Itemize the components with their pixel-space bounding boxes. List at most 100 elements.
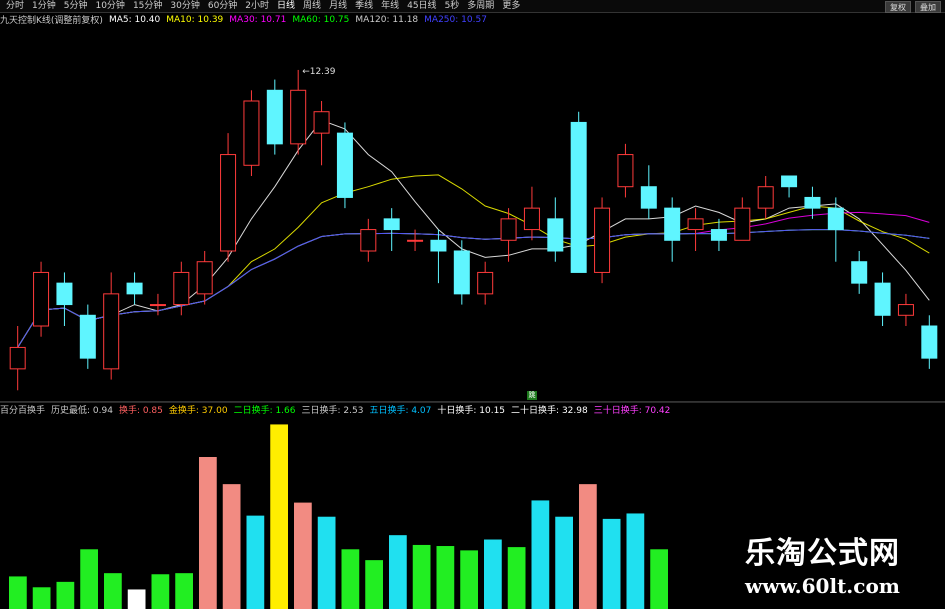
- candle-body: [173, 271, 190, 306]
- turnover-bar: [412, 544, 431, 609]
- period-tab[interactable]: 30分钟: [166, 0, 203, 12]
- period-tab[interactable]: 年线: [377, 0, 403, 12]
- candle-body: [220, 154, 237, 252]
- candle-body: [734, 207, 751, 241]
- turnover-bar: [104, 573, 122, 609]
- turnover-bar: [32, 587, 51, 609]
- candle-body: [640, 186, 657, 209]
- overlay-button[interactable]: 叠加: [915, 1, 941, 13]
- period-tab[interactable]: 5分钟: [60, 0, 92, 12]
- period-tab[interactable]: 45日线: [403, 0, 440, 12]
- turnover-bar: [127, 589, 146, 609]
- candle-body: [851, 261, 868, 284]
- candle-body: [921, 325, 938, 359]
- period-tab[interactable]: 日线: [273, 0, 299, 12]
- price-chart[interactable]: ←12.39: [0, 26, 945, 401]
- candle-body: [874, 282, 891, 316]
- candle-body: [149, 304, 166, 307]
- high-price-label: ←12.39: [302, 67, 336, 77]
- turnover-bar: [436, 546, 455, 609]
- candle-body: [757, 186, 774, 209]
- period-tabs: 分时 1分钟 5分钟 10分钟 15分钟 30分钟 60分钟 2小时 日线 周线 月线 季线 年线 45日…: [2, 0, 524, 12]
- candle-body: [360, 229, 377, 252]
- toolbar-right: 复权 叠加: [885, 0, 941, 13]
- candle-body: [243, 100, 260, 166]
- candle-body: [407, 239, 424, 242]
- indicator-value: 金换手: 37.00: [168, 405, 228, 416]
- turnover-bar: [294, 502, 312, 609]
- candle-body: [547, 218, 564, 252]
- candle-body: [336, 132, 353, 198]
- indicator-legend: 百分百换手 历史最低: 0.94 换手: 0.85 金换手: 37.00 二日换手: 1…: [0, 402, 945, 416]
- indicator-value: 二十日换手: 32.98: [511, 405, 588, 416]
- candle-body: [290, 89, 307, 145]
- turnover-bar: [246, 515, 265, 609]
- turnover-bar: [626, 513, 645, 609]
- indicator-value: 换手: 0.85: [118, 405, 163, 416]
- period-tab[interactable]: 季线: [351, 0, 377, 12]
- candle-body: [570, 121, 587, 273]
- indicator-value: 历史最低: 0.94: [51, 405, 113, 416]
- ma-value: MA60: 10.75: [292, 14, 350, 25]
- turnover-bar: [365, 560, 383, 609]
- ma-line: [17, 229, 930, 348]
- candle-body: [103, 293, 120, 370]
- candle-body: [9, 346, 26, 370]
- turnover-bar: [602, 518, 621, 609]
- period-tab[interactable]: 月线: [325, 0, 351, 12]
- turnover-bar: [222, 484, 241, 609]
- candle-body: [266, 89, 283, 145]
- turnover-bar: [270, 424, 288, 609]
- turnover-bar: [484, 539, 502, 609]
- candle-body: [383, 218, 400, 231]
- candle-body: [664, 207, 681, 241]
- watermark-title: 乐淘公式网: [745, 536, 900, 571]
- ma-legend: 九天控制K线(调整前复权) MA5: 10.40 MA10: 10.39 MA30:…: [0, 13, 499, 27]
- period-tab[interactable]: 分时: [2, 0, 28, 12]
- turnover-bar: [579, 484, 597, 609]
- turnover-bar: [341, 549, 360, 609]
- candle-body: [313, 111, 330, 134]
- period-tab[interactable]: 周线: [299, 0, 325, 12]
- candle-body: [710, 229, 727, 241]
- candle-body: [781, 175, 798, 188]
- ma-line: [17, 229, 930, 348]
- period-toolbar: 分时 1分钟 5分钟 10分钟 15分钟 30分钟 60分钟 2小时 日线 周线 月线 季线 年线 45日…: [0, 0, 945, 13]
- candle-body: [804, 196, 821, 209]
- indicator-value: 五日换手: 4.07: [369, 405, 432, 416]
- period-tab[interactable]: 更多: [498, 0, 524, 12]
- turnover-bar: [389, 535, 407, 609]
- ma-value: MA10: 10.39: [166, 14, 224, 25]
- period-tab[interactable]: 1分钟: [28, 0, 60, 12]
- candle-body: [594, 207, 611, 273]
- candle-body: [897, 304, 914, 316]
- period-tab[interactable]: 15分钟: [129, 0, 166, 12]
- candle-body: [56, 282, 73, 306]
- watermark: 乐淘公式网 www.60lt.com: [745, 528, 900, 598]
- fuquan-button[interactable]: 复权: [885, 1, 911, 13]
- ma-value: MA5: 10.40: [108, 14, 161, 25]
- period-tab[interactable]: 10分钟: [91, 0, 128, 12]
- turnover-bar: [507, 547, 526, 609]
- ma-line: [17, 119, 930, 348]
- candle-body: [827, 207, 844, 231]
- turnover-bar: [555, 516, 573, 609]
- turnover-bar: [199, 457, 217, 609]
- candle-body: [500, 218, 517, 241]
- period-tab[interactable]: 多周期: [463, 0, 498, 12]
- indicator-value: 三日换手: 2.53: [301, 405, 364, 416]
- candle-body: [33, 271, 50, 327]
- main-chart-title: 九天控制K线(调整前复权): [0, 16, 103, 26]
- turnover-bar: [650, 549, 668, 609]
- candle-body: [79, 314, 96, 359]
- ma-line: [17, 211, 930, 348]
- period-tab[interactable]: 2小时: [241, 0, 273, 12]
- turnover-bar: [80, 549, 98, 609]
- turnover-bar: [460, 550, 478, 609]
- turnover-bar: [9, 576, 27, 609]
- candle-body: [126, 282, 143, 295]
- period-tab[interactable]: 60分钟: [204, 0, 241, 12]
- candle-body: [196, 261, 213, 295]
- period-tab[interactable]: 5秒: [441, 0, 464, 12]
- indicator-value: 三十日换手: 70.42: [593, 405, 671, 416]
